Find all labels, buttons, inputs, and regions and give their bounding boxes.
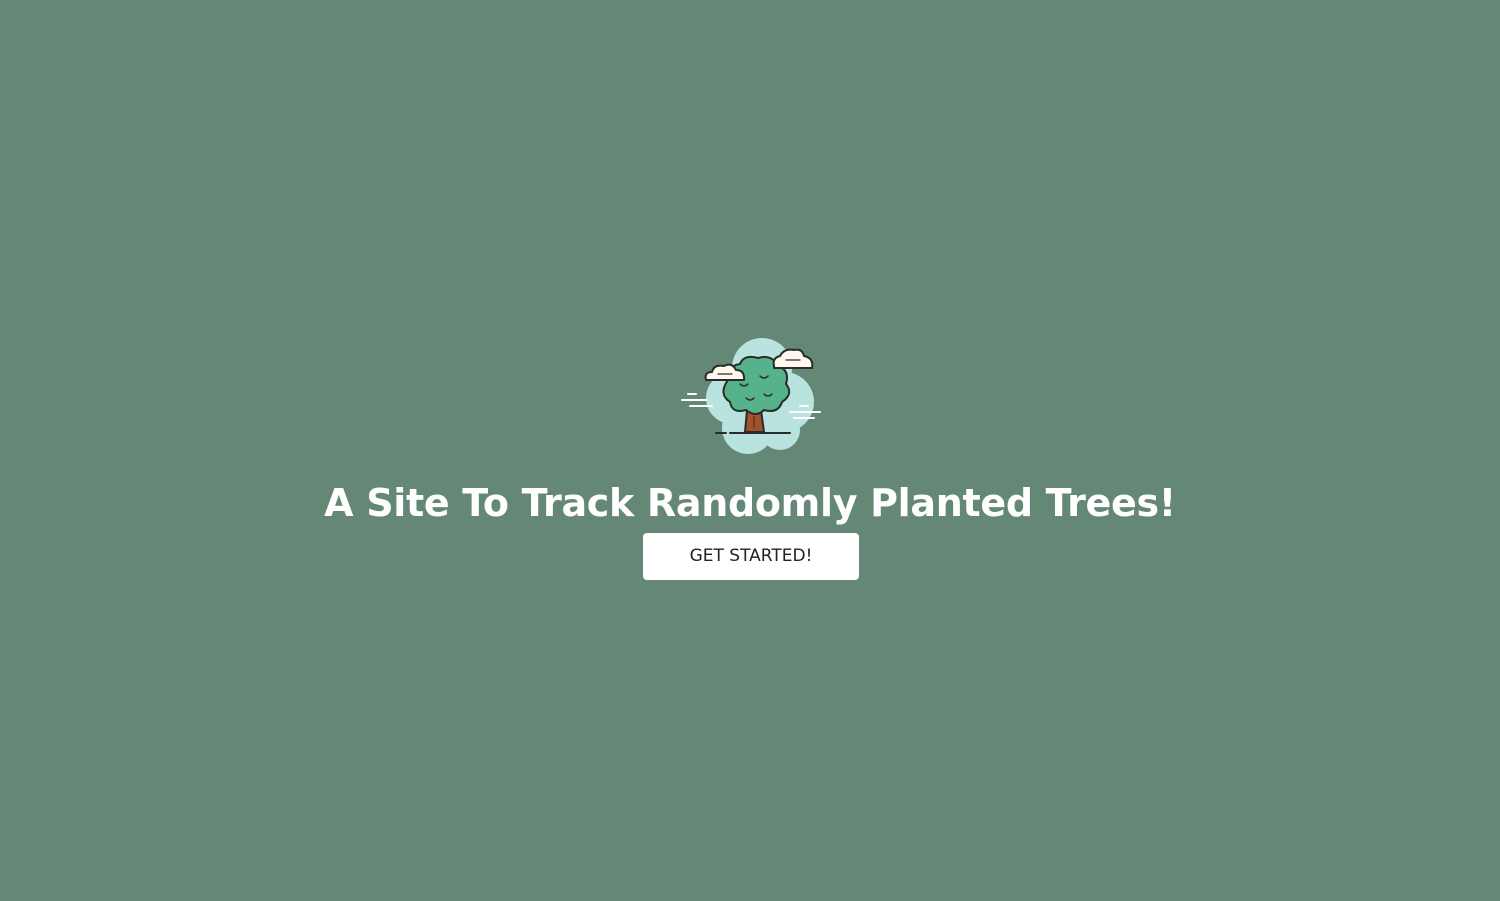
hero-section: A Site To Track Randomly Planted Trees! … [0, 0, 1500, 901]
get-started-button[interactable]: GET STARTED! [643, 533, 859, 580]
tree-cloud-icon [676, 336, 826, 458]
page-title: A Site To Track Randomly Planted Trees! [324, 481, 1176, 525]
